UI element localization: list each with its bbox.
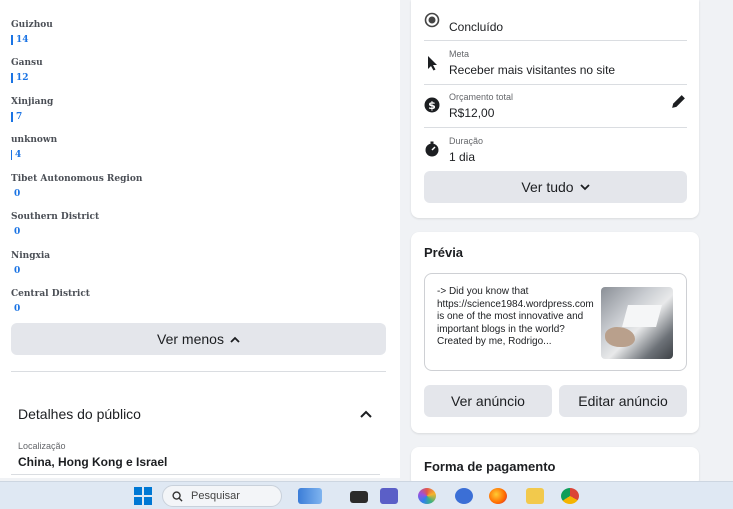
location-label: Localização bbox=[18, 441, 66, 451]
cursor-icon bbox=[428, 56, 437, 71]
region-name: Ningxia bbox=[11, 251, 51, 261]
audience-details-title: Detalhes do público bbox=[18, 406, 141, 422]
chevron-down-icon bbox=[579, 183, 590, 190]
windows-start-icon[interactable] bbox=[134, 487, 152, 505]
region-name: Gansu bbox=[11, 58, 43, 68]
region-item: unknown 4 bbox=[11, 135, 57, 160]
laptop-screen bbox=[622, 305, 662, 327]
hand-shape bbox=[605, 327, 635, 347]
ad-preview-text: -> Did you know that https://science1984… bbox=[437, 286, 594, 347]
ver-tudo-button[interactable]: Ver tudo bbox=[424, 171, 687, 203]
region-item: Gansu 12 bbox=[11, 58, 43, 83]
region-item: Xinjiang 7 bbox=[11, 97, 53, 122]
region-name: Tibet Autonomous Region bbox=[11, 174, 143, 184]
region-item: Central District 0 bbox=[11, 289, 90, 314]
status-value: Concluído bbox=[449, 20, 504, 34]
ver-anuncio-button[interactable]: Ver anúncio bbox=[424, 385, 552, 417]
chevron-up-icon bbox=[230, 336, 240, 343]
widgets-icon[interactable] bbox=[298, 488, 322, 504]
goal-label: Meta bbox=[449, 49, 470, 59]
ad-preview-image bbox=[601, 287, 673, 359]
svg-text:$: $ bbox=[428, 99, 436, 112]
region-name: Central District bbox=[11, 289, 90, 299]
app-icon[interactable] bbox=[455, 488, 473, 504]
preview-title: Prévia bbox=[424, 245, 464, 260]
section-divider bbox=[11, 371, 386, 372]
region-count: 12 bbox=[11, 73, 43, 83]
file-explorer-icon[interactable] bbox=[526, 488, 544, 504]
budget-value: R$12,00 bbox=[449, 106, 495, 120]
dollar-icon: $ bbox=[424, 97, 440, 113]
region-count: 4 bbox=[11, 150, 57, 160]
region-name: unknown bbox=[11, 135, 58, 145]
region-item: Ningxia 0 bbox=[11, 251, 50, 276]
payment-title: Forma de pagamento bbox=[424, 459, 556, 474]
chrome-icon[interactable] bbox=[561, 488, 579, 504]
row-divider bbox=[424, 127, 687, 128]
region-item: Guizhou 14 bbox=[11, 20, 53, 45]
goal-value: Receber mais visitantes no site bbox=[449, 63, 616, 77]
region-count: 0 bbox=[14, 304, 21, 314]
ver-anuncio-label: Ver anúncio bbox=[451, 393, 525, 409]
region-count: 0 bbox=[14, 189, 21, 199]
section-divider bbox=[11, 474, 380, 475]
duration-label: Duração bbox=[449, 136, 484, 146]
duration-value: 1 dia bbox=[449, 150, 476, 164]
budget-label: Orçamento total bbox=[449, 92, 514, 102]
pencil-icon[interactable] bbox=[670, 93, 687, 110]
firefox-icon[interactable] bbox=[489, 488, 507, 504]
region-name: Xinjiang bbox=[11, 97, 54, 107]
copilot-icon[interactable] bbox=[418, 488, 436, 504]
region-name: Southern District bbox=[11, 212, 100, 222]
teams-icon[interactable] bbox=[380, 488, 398, 504]
editar-anuncio-label: Editar anúncio bbox=[578, 393, 668, 409]
radio-icon bbox=[424, 12, 440, 28]
ver-menos-button[interactable]: Ver menos bbox=[11, 323, 386, 355]
region-count: 0 bbox=[14, 266, 21, 276]
stopwatch-icon bbox=[425, 141, 439, 157]
ver-tudo-label: Ver tudo bbox=[521, 179, 574, 195]
row-divider bbox=[424, 40, 687, 41]
region-item: Tibet Autonomous Region 0 bbox=[11, 174, 142, 199]
location-value: China, Hong Kong e Israel bbox=[18, 455, 168, 469]
search-icon bbox=[172, 490, 183, 502]
row-divider bbox=[424, 84, 687, 85]
search-placeholder: Pesquisar bbox=[191, 490, 240, 502]
region-item: Southern District 0 bbox=[11, 212, 99, 237]
editar-anuncio-button[interactable]: Editar anúncio bbox=[559, 385, 687, 417]
chevron-up-icon[interactable] bbox=[359, 409, 373, 419]
region-count: 0 bbox=[14, 227, 21, 237]
ver-menos-label: Ver menos bbox=[157, 331, 224, 347]
task-view-icon[interactable] bbox=[350, 491, 368, 503]
taskbar-search[interactable]: Pesquisar bbox=[162, 485, 282, 507]
region-name: Guizhou bbox=[11, 20, 53, 30]
region-count: 7 bbox=[11, 112, 53, 122]
region-count: 14 bbox=[11, 35, 53, 45]
